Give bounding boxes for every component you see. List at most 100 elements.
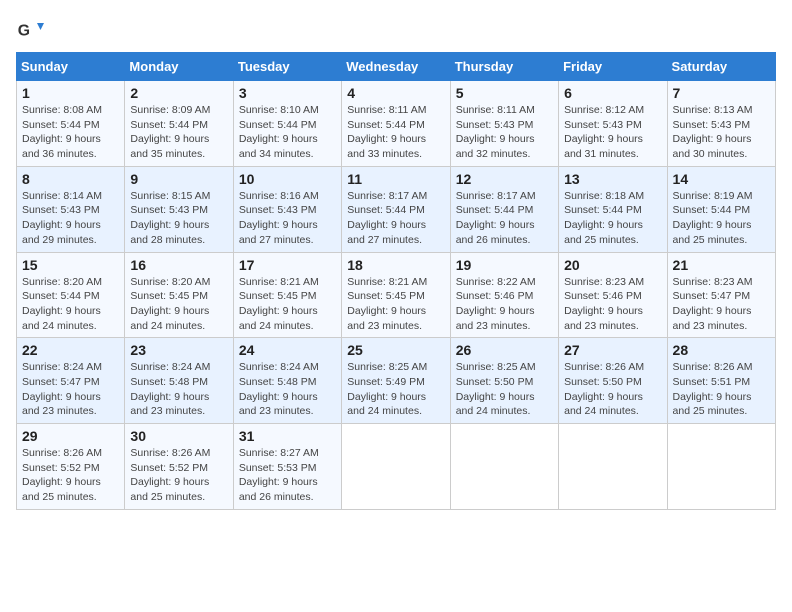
calendar-day-cell: 7 Sunrise: 8:13 AMSunset: 5:43 PMDaylight… <box>667 81 775 167</box>
day-info: Sunrise: 8:09 AMSunset: 5:44 PMDaylight:… <box>130 103 227 162</box>
calendar-day-cell: 16 Sunrise: 8:20 AMSunset: 5:45 PMDayligh… <box>125 252 233 338</box>
day-info: Sunrise: 8:26 AMSunset: 5:52 PMDaylight:… <box>22 446 119 505</box>
day-number: 24 <box>239 342 336 358</box>
day-info: Sunrise: 8:10 AMSunset: 5:44 PMDaylight:… <box>239 103 336 162</box>
empty-cell <box>667 424 775 510</box>
day-number: 6 <box>564 85 661 101</box>
day-info: Sunrise: 8:26 AMSunset: 5:50 PMDaylight:… <box>564 360 661 419</box>
day-info: Sunrise: 8:17 AMSunset: 5:44 PMDaylight:… <box>347 189 444 248</box>
day-info: Sunrise: 8:15 AMSunset: 5:43 PMDaylight:… <box>130 189 227 248</box>
day-info: Sunrise: 8:20 AMSunset: 5:44 PMDaylight:… <box>22 275 119 334</box>
calendar-week-row: 29Sunrise: 8:26 AMSunset: 5:52 PMDayligh… <box>17 424 776 510</box>
day-number: 17 <box>239 257 336 273</box>
day-number: 3 <box>239 85 336 101</box>
day-number: 30 <box>130 428 227 444</box>
day-number: 8 <box>22 171 119 187</box>
calendar-day-cell: 14Sunrise: 8:19 AMSunset: 5:44 PMDayligh… <box>667 166 775 252</box>
day-info: Sunrise: 8:23 AMSunset: 5:47 PMDaylight:… <box>673 275 770 334</box>
calendar-day-cell: 15 Sunrise: 8:20 AMSunset: 5:44 PMDayligh… <box>17 252 125 338</box>
day-number: 4 <box>347 85 444 101</box>
page-header: G <box>16 16 776 44</box>
calendar-day-cell: 23 Sunrise: 8:24 AMSunset: 5:48 PMDayligh… <box>125 338 233 424</box>
calendar-table: SundayMondayTuesdayWednesdayThursdayFrid… <box>16 52 776 510</box>
day-number: 27 <box>564 342 661 358</box>
weekday-header-sunday: Sunday <box>17 53 125 81</box>
calendar-day-cell: 13Sunrise: 8:18 AMSunset: 5:44 PMDayligh… <box>559 166 667 252</box>
calendar-week-row: 22 Sunrise: 8:24 AMSunset: 5:47 PMDayligh… <box>17 338 776 424</box>
day-number: 12 <box>456 171 553 187</box>
day-info: Sunrise: 8:21 AMSunset: 5:45 PMDaylight:… <box>239 275 336 334</box>
day-info: Sunrise: 8:25 AMSunset: 5:50 PMDaylight:… <box>456 360 553 419</box>
calendar-day-cell: 17 Sunrise: 8:21 AMSunset: 5:45 PMDayligh… <box>233 252 341 338</box>
day-number: 9 <box>130 171 227 187</box>
calendar-day-cell: 2Sunrise: 8:09 AMSunset: 5:44 PMDaylight… <box>125 81 233 167</box>
day-info: Sunrise: 8:24 AMSunset: 5:47 PMDaylight:… <box>22 360 119 419</box>
day-info: Sunrise: 8:11 AMSunset: 5:43 PMDaylight:… <box>456 103 553 162</box>
day-info: Sunrise: 8:16 AMSunset: 5:43 PMDaylight:… <box>239 189 336 248</box>
day-info: Sunrise: 8:24 AMSunset: 5:48 PMDaylight:… <box>239 360 336 419</box>
svg-text:G: G <box>18 22 30 39</box>
day-info: Sunrise: 8:24 AMSunset: 5:48 PMDaylight:… <box>130 360 227 419</box>
calendar-day-cell: 19 Sunrise: 8:22 AMSunset: 5:46 PMDayligh… <box>450 252 558 338</box>
calendar-day-cell: 26Sunrise: 8:25 AMSunset: 5:50 PMDayligh… <box>450 338 558 424</box>
day-number: 21 <box>673 257 770 273</box>
day-info: Sunrise: 8:25 AMSunset: 5:49 PMDaylight:… <box>347 360 444 419</box>
calendar-day-cell: 27 Sunrise: 8:26 AMSunset: 5:50 PMDayligh… <box>559 338 667 424</box>
calendar-day-cell: 4 Sunrise: 8:11 AMSunset: 5:44 PMDaylight… <box>342 81 450 167</box>
logo-icon: G <box>16 16 44 44</box>
calendar-day-cell: 11Sunrise: 8:17 AMSunset: 5:44 PMDayligh… <box>342 166 450 252</box>
day-info: Sunrise: 8:11 AMSunset: 5:44 PMDaylight:… <box>347 103 444 162</box>
day-number: 15 <box>22 257 119 273</box>
calendar-day-cell: 9 Sunrise: 8:15 AMSunset: 5:43 PMDaylight… <box>125 166 233 252</box>
day-number: 22 <box>22 342 119 358</box>
calendar-day-cell: 1 Sunrise: 8:08 AMSunset: 5:44 PMDaylight… <box>17 81 125 167</box>
calendar-day-cell: 21 Sunrise: 8:23 AMSunset: 5:47 PMDayligh… <box>667 252 775 338</box>
day-number: 1 <box>22 85 119 101</box>
day-info: Sunrise: 8:21 AMSunset: 5:45 PMDaylight:… <box>347 275 444 334</box>
calendar-day-cell: 6 Sunrise: 8:12 AMSunset: 5:43 PMDaylight… <box>559 81 667 167</box>
day-number: 5 <box>456 85 553 101</box>
day-info: Sunrise: 8:17 AMSunset: 5:44 PMDaylight:… <box>456 189 553 248</box>
calendar-day-cell: 28Sunrise: 8:26 AMSunset: 5:51 PMDayligh… <box>667 338 775 424</box>
calendar-day-cell: 20Sunrise: 8:23 AMSunset: 5:46 PMDayligh… <box>559 252 667 338</box>
calendar-day-cell: 25 Sunrise: 8:25 AMSunset: 5:49 PMDayligh… <box>342 338 450 424</box>
weekday-header-tuesday: Tuesday <box>233 53 341 81</box>
day-number: 18 <box>347 257 444 273</box>
day-number: 25 <box>347 342 444 358</box>
calendar-day-cell: 8 Sunrise: 8:14 AMSunset: 5:43 PMDaylight… <box>17 166 125 252</box>
calendar-header-row: SundayMondayTuesdayWednesdayThursdayFrid… <box>17 53 776 81</box>
day-info: Sunrise: 8:20 AMSunset: 5:45 PMDaylight:… <box>130 275 227 334</box>
calendar-day-cell: 29Sunrise: 8:26 AMSunset: 5:52 PMDayligh… <box>17 424 125 510</box>
weekday-header-monday: Monday <box>125 53 233 81</box>
calendar-day-cell: 10 Sunrise: 8:16 AMSunset: 5:43 PMDayligh… <box>233 166 341 252</box>
day-info: Sunrise: 8:13 AMSunset: 5:43 PMDaylight:… <box>673 103 770 162</box>
day-number: 19 <box>456 257 553 273</box>
day-info: Sunrise: 8:14 AMSunset: 5:43 PMDaylight:… <box>22 189 119 248</box>
calendar-day-cell: 3 Sunrise: 8:10 AMSunset: 5:44 PMDaylight… <box>233 81 341 167</box>
calendar-week-row: 8 Sunrise: 8:14 AMSunset: 5:43 PMDaylight… <box>17 166 776 252</box>
day-number: 20 <box>564 257 661 273</box>
day-info: Sunrise: 8:22 AMSunset: 5:46 PMDaylight:… <box>456 275 553 334</box>
calendar-day-cell: 30 Sunrise: 8:26 AMSunset: 5:52 PMDayligh… <box>125 424 233 510</box>
weekday-header-friday: Friday <box>559 53 667 81</box>
calendar-day-cell: 5 Sunrise: 8:11 AMSunset: 5:43 PMDaylight… <box>450 81 558 167</box>
empty-cell <box>342 424 450 510</box>
day-number: 28 <box>673 342 770 358</box>
weekday-header-thursday: Thursday <box>450 53 558 81</box>
empty-cell <box>559 424 667 510</box>
logo: G <box>16 16 48 44</box>
day-number: 7 <box>673 85 770 101</box>
calendar-day-cell: 12 Sunrise: 8:17 AMSunset: 5:44 PMDayligh… <box>450 166 558 252</box>
day-number: 31 <box>239 428 336 444</box>
day-info: Sunrise: 8:12 AMSunset: 5:43 PMDaylight:… <box>564 103 661 162</box>
calendar-day-cell: 18 Sunrise: 8:21 AMSunset: 5:45 PMDayligh… <box>342 252 450 338</box>
day-number: 23 <box>130 342 227 358</box>
day-info: Sunrise: 8:08 AMSunset: 5:44 PMDaylight:… <box>22 103 119 162</box>
day-number: 10 <box>239 171 336 187</box>
day-info: Sunrise: 8:26 AMSunset: 5:52 PMDaylight:… <box>130 446 227 505</box>
calendar-week-row: 1 Sunrise: 8:08 AMSunset: 5:44 PMDaylight… <box>17 81 776 167</box>
weekday-header-wednesday: Wednesday <box>342 53 450 81</box>
day-number: 16 <box>130 257 227 273</box>
calendar-day-cell: 31Sunrise: 8:27 AMSunset: 5:53 PMDayligh… <box>233 424 341 510</box>
calendar-week-row: 15 Sunrise: 8:20 AMSunset: 5:44 PMDayligh… <box>17 252 776 338</box>
